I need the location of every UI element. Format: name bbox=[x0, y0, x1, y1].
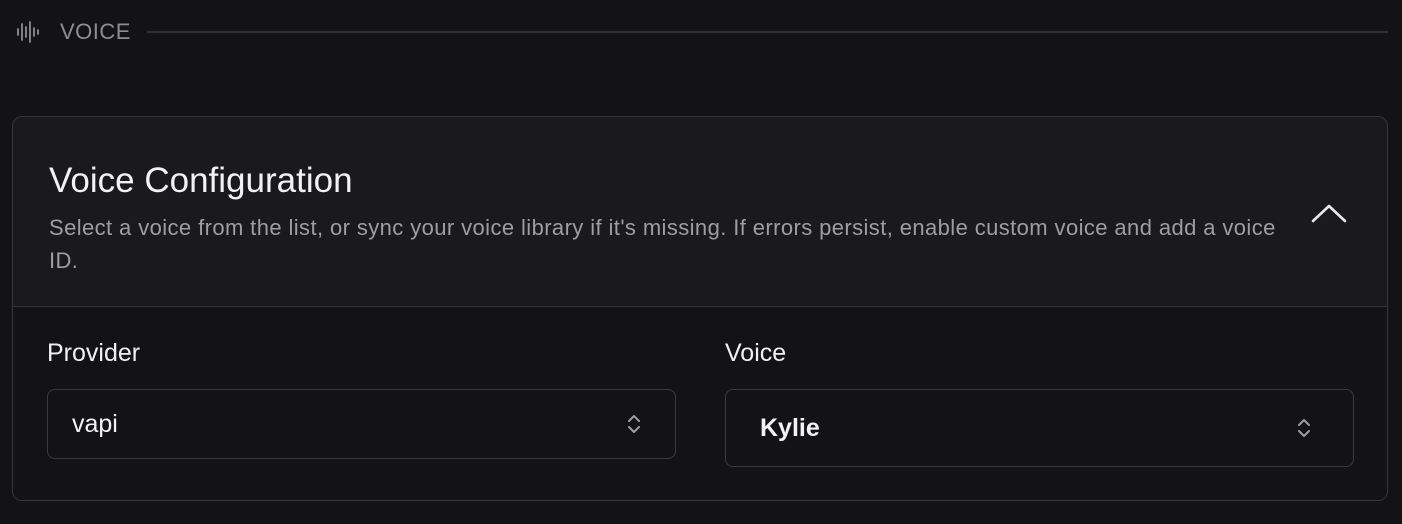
provider-select[interactable]: vapi bbox=[47, 389, 676, 459]
voice-select[interactable]: Kylie bbox=[725, 389, 1354, 467]
card-body: Provider vapi Voice Kylie bbox=[13, 307, 1387, 500]
provider-value: vapi bbox=[72, 409, 118, 438]
provider-label: Provider bbox=[47, 339, 141, 367]
collapse-button[interactable] bbox=[1305, 193, 1353, 233]
card-title: Voice Configuration bbox=[49, 161, 353, 200]
card-description: Select a voice from the list, or sync yo… bbox=[49, 215, 1276, 273]
voice-configuration-card: Voice Configuration Select a voice from … bbox=[12, 116, 1388, 501]
chevron-updown-icon bbox=[1298, 419, 1310, 437]
section-header: VOICE bbox=[16, 16, 1388, 48]
voice-label: Voice bbox=[725, 339, 787, 367]
card-header[interactable]: Voice Configuration Select a voice from … bbox=[13, 117, 1387, 307]
section-title: VOICE bbox=[60, 19, 131, 44]
chevron-updown-icon bbox=[628, 415, 640, 433]
voice-value: Kylie bbox=[760, 413, 820, 442]
section-divider bbox=[146, 31, 1388, 33]
chevron-up-icon bbox=[1311, 204, 1347, 223]
waveform-icon bbox=[16, 20, 40, 44]
